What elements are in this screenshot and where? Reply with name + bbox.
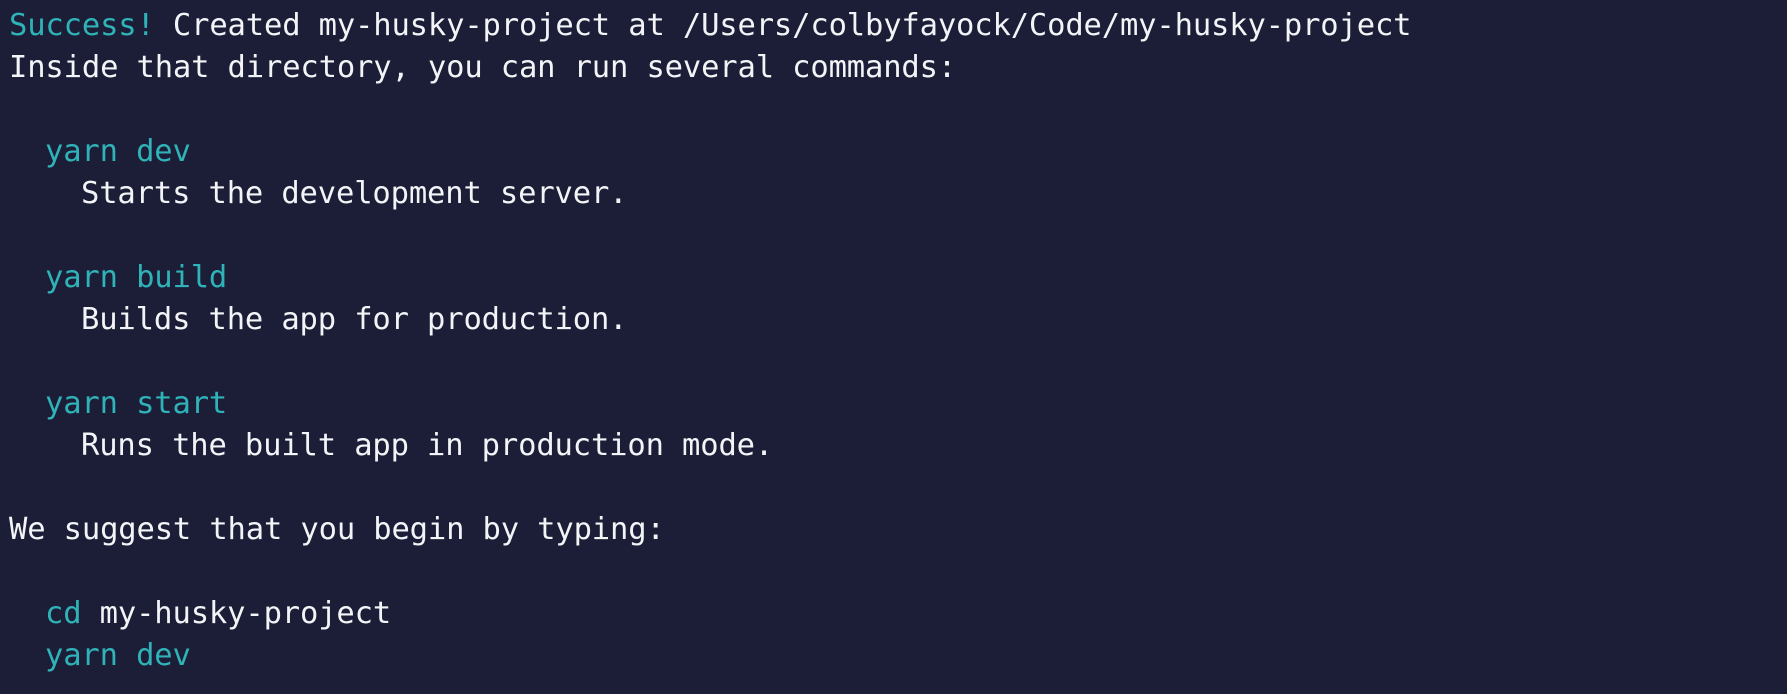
command-yarn-build-description: Builds the app for production. xyxy=(81,302,628,337)
command-yarn-start: yarn start xyxy=(45,386,228,421)
cd-target: my-husky-project xyxy=(81,596,392,631)
created-message: Created my-husky-project at /Users/colby… xyxy=(154,8,1412,43)
command-yarn-start-description: Runs the built app in production mode. xyxy=(81,428,774,463)
suggest-line: We suggest that you begin by typing: xyxy=(9,512,665,547)
inside-directory-line: Inside that directory, you can run sever… xyxy=(9,50,957,85)
cd-keyword: cd xyxy=(45,596,82,631)
command-yarn-build: yarn build xyxy=(45,260,228,295)
success-line: Success! Created my-husky-project at /Us… xyxy=(9,5,1787,47)
suggested-cd-command: cd my-husky-project xyxy=(9,593,1787,635)
suggested-run-command: yarn dev xyxy=(45,638,191,673)
command-yarn-dev: yarn dev xyxy=(45,134,191,169)
command-yarn-dev-description: Starts the development server. xyxy=(81,176,628,211)
terminal-output: Success! Created my-husky-project at /Us… xyxy=(0,0,1787,694)
success-label: Success! xyxy=(9,8,155,43)
